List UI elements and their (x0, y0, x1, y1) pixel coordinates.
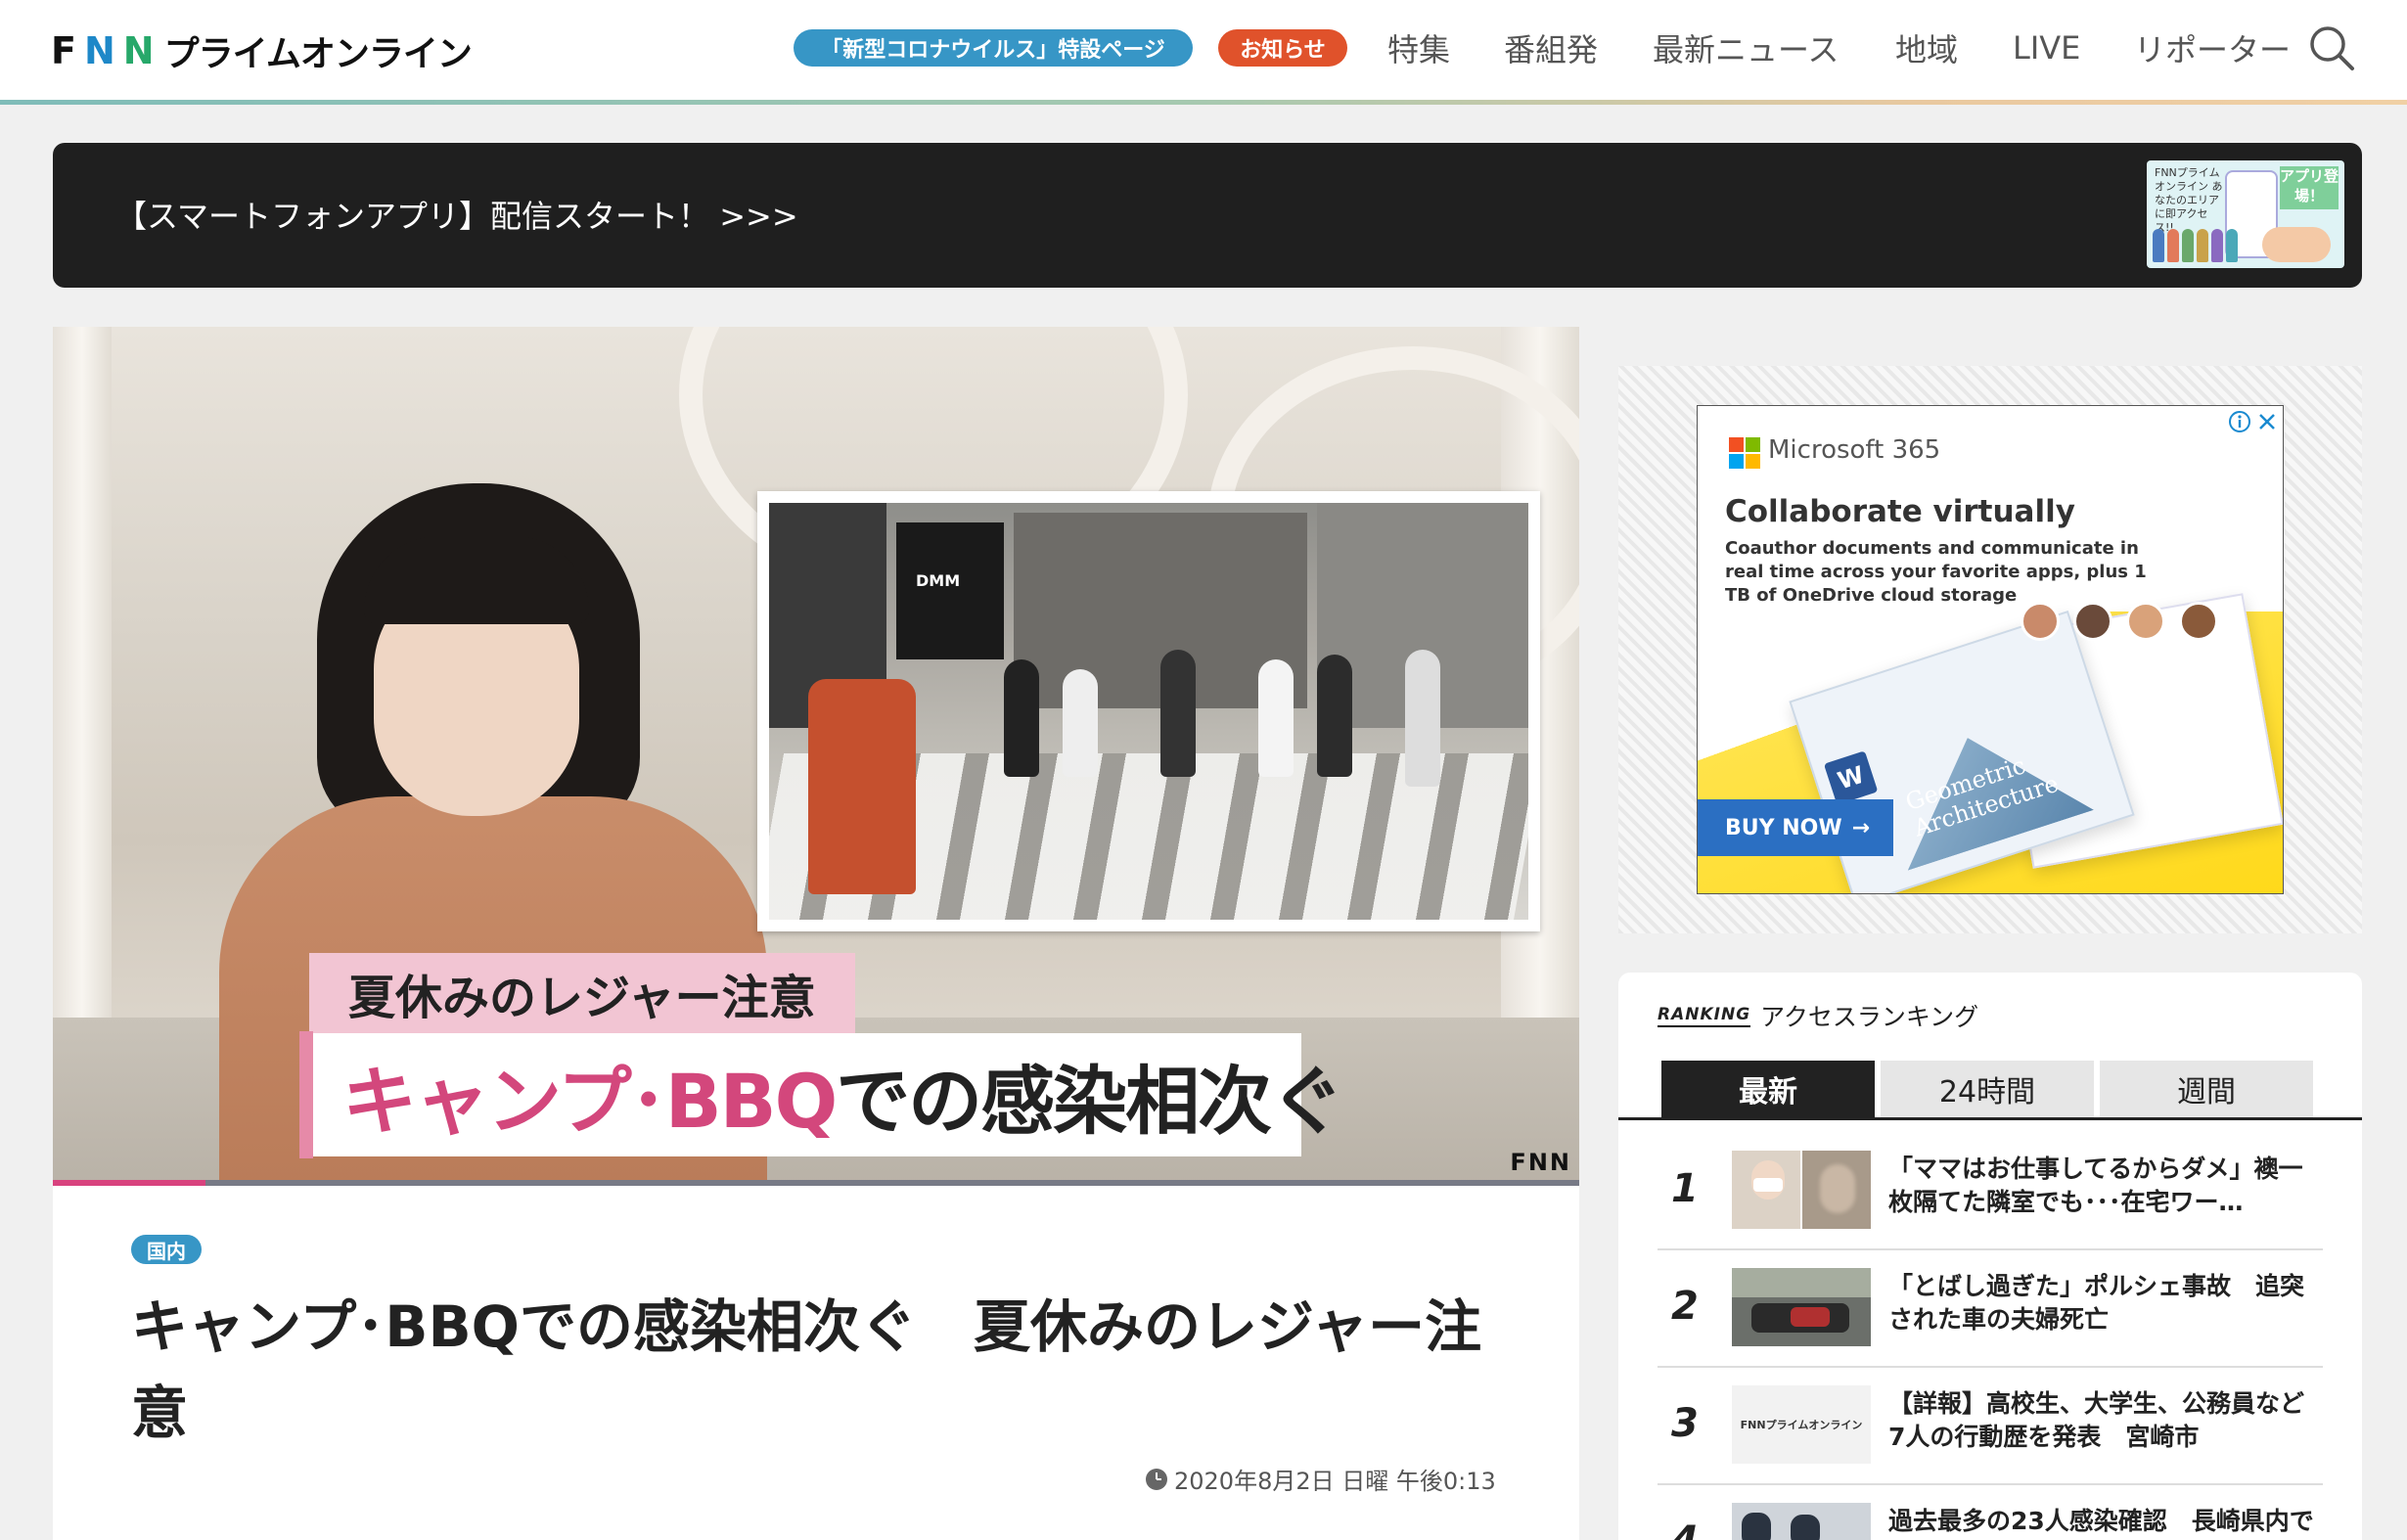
buy-now-button[interactable]: BUY NOW → (1698, 799, 1893, 856)
ad-close-icon[interactable] (2255, 410, 2279, 433)
covid-special-page-link[interactable]: 「新型コロナウイルス」特設ページ (794, 29, 1193, 67)
ad-brand: Microsoft 365 (1768, 435, 1941, 465)
article-hero-image: DMM 夏休みのレジャー注意 キャンプ･BBQ での感染相次ぐ FNN (53, 327, 1579, 1184)
ad-body: Coauthor documents and communicate in re… (1725, 538, 2147, 606)
rank-thumbnail (1732, 1268, 1871, 1346)
pedestrian (808, 679, 916, 894)
caption-accent-bar (299, 1031, 313, 1158)
notice-link[interactable]: お知らせ (1218, 29, 1347, 67)
ranking-title: アクセスランキング (1760, 1003, 1979, 1031)
article-date: 2020年8月2日 日曜 午後0:13 (1145, 1462, 1496, 1496)
rank-thumbnail: FNNプライムオンライン (1732, 1385, 1871, 1464)
pedestrian (1405, 650, 1440, 787)
ranking-header: RANKING アクセスランキング (1658, 998, 1978, 1033)
rank-number: 3 (1671, 1401, 1699, 1446)
caption-subtitle: 夏休みのレジャー注意 (309, 953, 855, 1033)
pedestrian (1258, 659, 1294, 777)
clock-icon (1146, 1468, 1167, 1490)
tab-weekly[interactable]: 週間 (2100, 1061, 2313, 1117)
dmm-sign: DMM (916, 571, 961, 590)
buy-now-label: BUY NOW (1725, 815, 1842, 840)
ad-area: Microsoft 365 Collaborate virtually Coau… (1618, 366, 2362, 933)
site-header: F N N プライムオンライン 「新型コロナウイルス」特設ページ お知らせ 特集… (0, 0, 2407, 100)
hand-illustration (2262, 227, 2331, 262)
rank-headline: 過去最多の23人感染確認 長崎県内で (1888, 1507, 2314, 1535)
logo-letter-n1: N (83, 29, 117, 72)
pedestrian (1004, 659, 1039, 777)
app-banner-text: 【スマートフォンアプリ】配信スタート！ >>> (115, 198, 798, 235)
site-logo[interactable]: F N N プライムオンライン (51, 29, 473, 74)
avatar (2021, 602, 2060, 641)
caption-main: キャンプ･BBQ での感染相次ぐ (313, 1033, 1344, 1156)
app-banner-image: FNNプライムオンライン あなたのエリアに即アクセス!! アプリ登場！ (2147, 160, 2344, 268)
microsoft-365-ad[interactable]: Microsoft 365 Collaborate virtually Coau… (1697, 405, 2284, 894)
rank-thumbnail (1732, 1503, 1871, 1540)
logo-letter-f: F (51, 29, 78, 72)
rank-headline: 「ママはお仕事してるからダメ」襖一枚隔てた隣室でも･･･在宅ワー… (1888, 1155, 2303, 1216)
ranking-tabs: 最新 24時間 週間 (1661, 1061, 2313, 1117)
microsoft-logo-icon (1729, 437, 1760, 469)
header-gradient-bar (0, 100, 2407, 105)
access-ranking: RANKING アクセスランキング 最新 24時間 週間 1 「ママはお仕事して… (1618, 973, 2362, 1540)
logo-text: プライムオンライン (163, 34, 473, 74)
tab-24-hours[interactable]: 24時間 (1881, 1061, 2094, 1117)
nav-features[interactable]: 特集 (1387, 23, 1450, 72)
category-badge[interactable]: 国内 (131, 1235, 202, 1264)
search-icon[interactable] (2307, 23, 2356, 72)
rank-thumbnail (1732, 1151, 1871, 1229)
nav-live[interactable]: LIVE (2013, 23, 2080, 72)
arrow-right-icon: → (1851, 815, 1871, 840)
avatar (2126, 602, 2165, 641)
ad-heading: Collaborate virtually (1725, 494, 2075, 529)
ad-info-icon[interactable] (2228, 410, 2251, 433)
word-icon: W (1823, 750, 1879, 805)
pedestrian (1063, 669, 1098, 777)
rank-number: 2 (1671, 1284, 1699, 1329)
logo-mark: F N N (51, 29, 157, 72)
tabs-underline (1618, 1117, 2362, 1120)
logo-letter-n2: N (122, 29, 157, 72)
fnn-logo-thumb: FNNプライムオンライン (1740, 1419, 1863, 1431)
pedestrian (1160, 650, 1196, 777)
collaborator-avatars (2021, 602, 2218, 641)
app-thumb-title: FNNプライムオンライン あなたのエリアに即アクセス!! (2155, 166, 2223, 234)
nav-region[interactable]: 地域 (1895, 23, 1958, 72)
tab-latest[interactable]: 最新 (1661, 1061, 1875, 1117)
inset-street-image: DMM (757, 491, 1540, 931)
ranking-item-2[interactable]: 2 「とばし過ぎた」ポルシェ事故 追突された車の夫婦死亡 (1658, 1250, 2323, 1368)
rank-headline: 「とばし過ぎた」ポルシェ事故 追突された車の夫婦死亡 (1888, 1272, 2305, 1334)
ranking-item-4[interactable]: 4 過去最多の23人感染確認 長崎県内で (1658, 1485, 2323, 1540)
people-illustration (2153, 229, 2238, 262)
article-date-text: 2020年8月2日 日曜 午後0:13 (1174, 1468, 1496, 1495)
fnn-watermark: FNN (1510, 1149, 1571, 1176)
rank-number: 1 (1671, 1166, 1699, 1211)
article-card: 国内 キャンプ･BBQでの感染相次ぐ 夏休みのレジャー注意 2020年8月2日 … (53, 1186, 1579, 1540)
rank-number: 4 (1671, 1518, 1710, 1540)
nav-programs[interactable]: 番組発 (1504, 23, 1598, 72)
app-banner[interactable]: 【スマートフォンアプリ】配信スタート！ >>> FNNプライムオンライン あなた… (53, 143, 2362, 288)
building (896, 522, 1004, 659)
caption-main-pink: キャンプ･BBQ (342, 1058, 838, 1145)
avatar (2073, 602, 2112, 641)
nav-latest-news[interactable]: 最新ニュース (1653, 23, 1839, 72)
rank-headline: 【詳報】高校生、大学生、公務員など7人の行動歴を発表 宮崎市 (1888, 1389, 2305, 1451)
pedestrian (1317, 655, 1352, 777)
app-thumb-badge: アプリ登場！ (2280, 166, 2339, 209)
nav-reporter[interactable]: リポーター (2134, 23, 2291, 72)
anchor-bangs (364, 536, 589, 624)
avatar (2179, 602, 2218, 641)
article-title: キャンプ･BBQでの感染相次ぐ 夏休みのレジャー注意 (131, 1293, 1482, 1446)
studio-pillar (53, 327, 112, 1031)
ranking-badge: RANKING (1658, 1005, 1751, 1027)
caption-main-dark: での感染相次ぐ (836, 1058, 1344, 1145)
ranking-item-1[interactable]: 1 「ママはお仕事してるからダメ」襖一枚隔てた隣室でも･･･在宅ワー… (1658, 1133, 2323, 1250)
ranking-item-3[interactable]: 3 FNNプライムオンライン 【詳報】高校生、大学生、公務員など7人の行動歴を発… (1658, 1368, 2323, 1485)
